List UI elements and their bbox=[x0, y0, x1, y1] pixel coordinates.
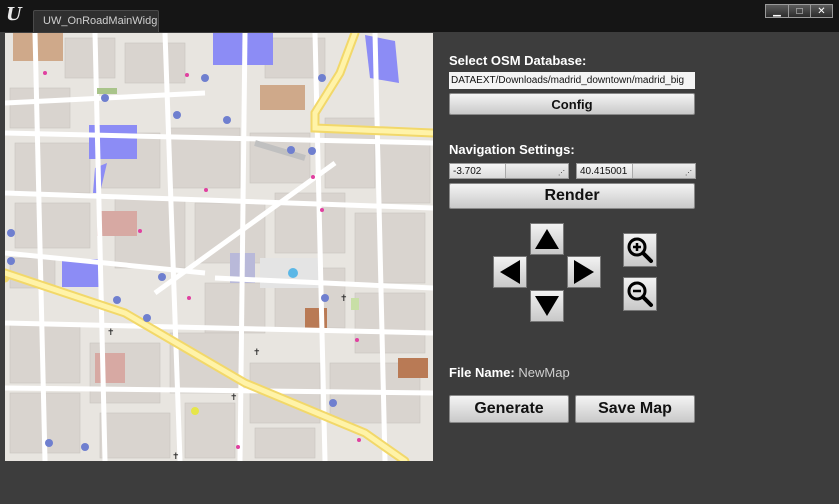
osm-path-field[interactable]: DATAEXT/Downloads/madrid_downtown/madrid… bbox=[449, 72, 695, 89]
svg-text:✝: ✝ bbox=[230, 392, 238, 402]
zoom-in-button[interactable] bbox=[623, 233, 657, 267]
street-map-image: ✝ ✝ ✝ ✝ ✝ bbox=[5, 33, 433, 461]
arrow-right-icon bbox=[574, 260, 594, 284]
render-button[interactable]: Render bbox=[449, 183, 695, 209]
generate-button[interactable]: Generate bbox=[449, 395, 569, 423]
svg-text:✝: ✝ bbox=[340, 293, 348, 303]
save-map-button[interactable]: Save Map bbox=[575, 395, 695, 423]
window-controls: ▁ □ ✕ bbox=[765, 4, 833, 18]
maximize-button[interactable]: □ bbox=[788, 5, 810, 17]
resize-grip-icon: ⋰ bbox=[685, 170, 692, 177]
longitude-value: -3.702 bbox=[453, 166, 482, 177]
zoom-out-icon bbox=[627, 281, 653, 307]
config-button[interactable]: Config bbox=[449, 93, 695, 115]
file-name-label: File Name: bbox=[449, 365, 515, 380]
pan-up-button[interactable] bbox=[530, 223, 564, 255]
file-name-value: NewMap bbox=[518, 365, 570, 380]
tab-title: UW_OnRoadMainWidg bbox=[43, 15, 158, 27]
longitude-spinner[interactable]: ⋰ bbox=[505, 164, 568, 178]
map-view[interactable]: ✝ ✝ ✝ ✝ ✝ bbox=[5, 33, 433, 461]
navigation-settings-label: Navigation Settings: bbox=[449, 142, 575, 157]
zoom-out-button[interactable] bbox=[623, 277, 657, 311]
osm-database-label: Select OSM Database: bbox=[449, 53, 587, 68]
zoom-in-icon bbox=[627, 237, 653, 263]
pan-left-button[interactable] bbox=[493, 256, 527, 288]
minimize-button[interactable]: ▁ bbox=[766, 5, 788, 17]
title-bar: U UW_OnRoadMainWidg ▁ □ ✕ bbox=[0, 0, 839, 32]
pan-right-button[interactable] bbox=[567, 256, 601, 288]
latitude-value: 40.415001 bbox=[580, 166, 628, 177]
file-name-row: File Name: NewMap bbox=[449, 365, 570, 380]
longitude-field[interactable]: -3.702 ⋰ bbox=[449, 163, 569, 179]
svg-text:✝: ✝ bbox=[253, 347, 261, 357]
pan-down-button[interactable] bbox=[530, 290, 564, 322]
svg-text:✝: ✝ bbox=[107, 327, 115, 337]
resize-grip-icon: ⋰ bbox=[558, 170, 565, 177]
arrow-down-icon bbox=[535, 296, 559, 316]
svg-text:✝: ✝ bbox=[172, 451, 180, 461]
latitude-field[interactable]: 40.415001 ⋰ bbox=[576, 163, 696, 179]
latitude-spinner[interactable]: ⋰ bbox=[632, 164, 695, 178]
osm-path-value: DATAEXT/Downloads/madrid_downtown/madrid… bbox=[451, 75, 685, 86]
close-button[interactable]: ✕ bbox=[810, 5, 832, 17]
arrow-left-icon bbox=[500, 260, 520, 284]
arrow-up-icon bbox=[535, 229, 559, 249]
tab-main-widget[interactable]: UW_OnRoadMainWidg bbox=[33, 10, 159, 32]
unreal-logo-icon: U bbox=[6, 4, 22, 25]
